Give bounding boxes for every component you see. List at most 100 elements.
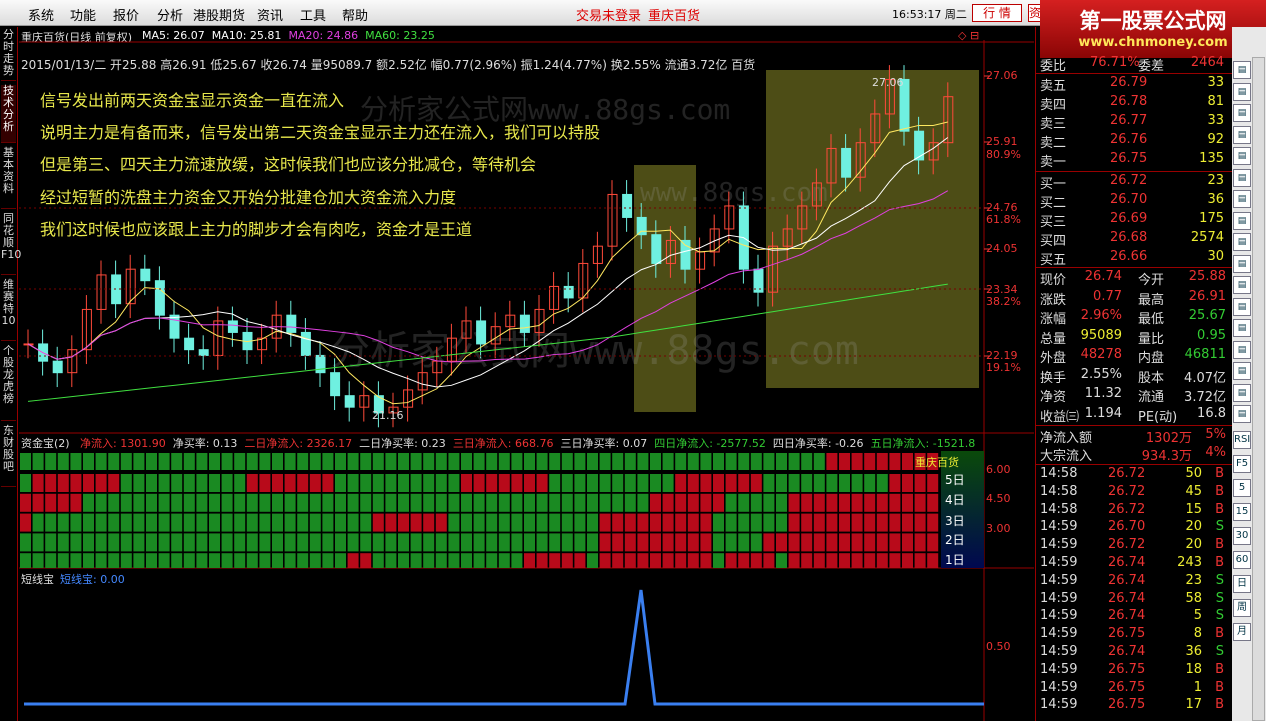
toolbar-chart-icon[interactable]: ▤ <box>1233 125 1251 144</box>
tick-row: 14:58 26.72 50 B <box>1038 466 1232 485</box>
stat-value: 25.67 <box>1188 308 1226 323</box>
sell-level-5: 卖五 26.79 33 <box>1038 75 1232 94</box>
stat-label: 涨跌 <box>1040 292 1067 308</box>
buy-level-3: 买三 26.69 175 <box>1038 211 1232 230</box>
toolbar-chart-icon[interactable]: ▤ <box>1233 319 1251 337</box>
flow-label: 大宗流入 <box>1040 449 1093 464</box>
tick-price: 26.72 <box>1108 466 1146 481</box>
stat-row: 换手 2.55% 股本 4.07亿 <box>1038 367 1232 386</box>
tick-volume: 243 <box>1177 555 1202 570</box>
buy-label: 买三 <box>1040 215 1067 230</box>
stat-row: 涨幅 2.96% 最低 25.67 <box>1038 308 1232 327</box>
toolbar-period-5[interactable]: 60 <box>1233 551 1251 569</box>
toolbar-chart-icon[interactable]: ▤ <box>1233 297 1251 316</box>
zjb-4d-inflow: 四日净流入: -2577.52 <box>654 437 766 450</box>
toolbar-period-0[interactable]: RSI <box>1233 431 1251 449</box>
sell-volume: 135 <box>1199 151 1224 166</box>
buy-level-4: 买四 26.68 2574 <box>1038 230 1232 249</box>
toolbar-period-7[interactable]: 周 <box>1233 599 1251 617</box>
toolbar-chart-icon[interactable]: ▤ <box>1233 405 1251 423</box>
sell-price: 26.75 <box>1110 151 1148 166</box>
toolbar-chart-icon[interactable]: ▤ <box>1233 147 1251 165</box>
sell-label: 卖五 <box>1040 79 1067 94</box>
tick-side: B <box>1215 555 1224 570</box>
stat-value: 1.194 <box>1084 405 1122 421</box>
stat-label: 现价 <box>1040 273 1067 288</box>
stat-label: 流通 <box>1138 390 1165 405</box>
toolbar-period-2[interactable]: 5 <box>1233 479 1251 497</box>
toolbar-chart-icon[interactable]: ▤ <box>1233 340 1251 359</box>
tick-row: 14:59 26.75 17 B <box>1038 697 1232 716</box>
toolbar-chart-icon[interactable]: ▤ <box>1233 362 1251 380</box>
fib-80.9: 80.9% <box>986 148 1021 161</box>
toolbar-chart-icon[interactable]: ▤ <box>1233 82 1251 101</box>
tick-price: 26.75 <box>1108 697 1146 713</box>
annotation-1: 信号发出前两天资金宝显示资金一直在流入 <box>40 91 345 110</box>
stat-label: 股本 <box>1138 370 1165 386</box>
tick-price: 26.75 <box>1108 661 1146 677</box>
tick-price: 26.75 <box>1108 626 1146 642</box>
tick-side: S <box>1215 572 1224 588</box>
toolbar-period-8[interactable]: 月 <box>1233 623 1251 641</box>
buy-label: 买四 <box>1040 234 1067 249</box>
stat-label: 净资 <box>1040 390 1067 405</box>
stat-row: 现价 26.74 今开 25.88 <box>1038 269 1232 288</box>
toolbar-chart-icon[interactable]: ▤ <box>1233 168 1251 187</box>
toolbar-chart-icon[interactable]: ▤ <box>1233 190 1251 208</box>
toolbar-chart-icon[interactable]: ▤ <box>1233 383 1251 402</box>
price-tick-27.06: 27.06 <box>986 69 1018 82</box>
flow-row: 大宗流入 934.3万 4% <box>1038 445 1232 464</box>
stat-value: 25.88 <box>1188 269 1226 284</box>
tick-price: 26.72 <box>1108 501 1146 517</box>
buy-price: 26.66 <box>1110 249 1148 264</box>
quote-panel: 委比 76.71% 委差 2464 卖五 26.79 33 卖四 26.78 81 卖三 26… <box>1035 27 1232 721</box>
zjb-2d-inflow: 二日净流入: 2326.17 <box>244 437 353 450</box>
toolbar-period-3[interactable]: 15 <box>1233 503 1251 521</box>
tick-side: B <box>1215 501 1224 517</box>
toolbar-chart-icon[interactable]: ▤ <box>1233 233 1251 251</box>
tick-row: 14:59 26.74 36 S <box>1038 644 1232 663</box>
sell-label: 卖四 <box>1040 98 1067 113</box>
stat-value: 2.55% <box>1080 366 1122 382</box>
tick-time: 14:59 <box>1040 555 1078 570</box>
zjb-5d-inflow: 五日净流入: -1521.8 <box>870 437 976 450</box>
price-tick-24.05: 24.05 <box>986 242 1018 255</box>
tick-volume: 17 <box>1185 697 1202 713</box>
flow-label: 净流入额 <box>1040 431 1093 446</box>
tick-time: 14:59 <box>1040 697 1078 713</box>
toolbar-period-6[interactable]: 日 <box>1233 575 1251 593</box>
stat-value: 26.74 <box>1084 269 1122 284</box>
stat-value: 0.77 <box>1093 288 1122 304</box>
stat-row: 净资 11.32 流通 3.72亿 <box>1038 386 1232 405</box>
zjb-scale-4.5: 4.50 <box>986 492 1011 505</box>
weicha-value: 2464 <box>1190 55 1224 70</box>
toolbar-chart-icon[interactable]: ▤ <box>1233 254 1251 273</box>
stat-row: 涨跌 0.77 最高 26.91 <box>1038 289 1232 308</box>
tick-time: 14:59 <box>1040 590 1078 606</box>
zjb-row-1d: 1日 <box>945 553 965 567</box>
tick-volume: 20 <box>1185 537 1202 553</box>
toolbar-period-4[interactable]: 30 <box>1233 527 1251 545</box>
toolbar-chart-icon[interactable]: ▤ <box>1233 61 1251 79</box>
buy-volume: 23 <box>1207 173 1224 188</box>
toolbar-chart-icon[interactable]: ▤ <box>1233 276 1251 294</box>
buy-volume: 30 <box>1207 249 1224 264</box>
sell-price: 26.77 <box>1110 113 1148 128</box>
sell-volume: 33 <box>1207 113 1224 128</box>
sell-volume: 81 <box>1207 94 1224 109</box>
toolbar-period-1[interactable]: F5 <box>1233 455 1251 473</box>
stat-label: 最低 <box>1138 312 1165 327</box>
tick-price: 26.74 <box>1108 590 1146 606</box>
toolbar-chart-icon[interactable]: ▤ <box>1233 211 1251 230</box>
toolbar-scrollbar[interactable] <box>1252 57 1265 721</box>
toolbar-chart-icon[interactable]: ▤ <box>1233 104 1251 122</box>
tick-time: 14:59 <box>1040 626 1078 642</box>
buy-price: 26.68 <box>1110 230 1148 245</box>
tick-time: 14:59 <box>1040 572 1078 588</box>
stat-label: 换手 <box>1040 370 1067 386</box>
tick-volume: 5 <box>1193 608 1202 624</box>
stat-value: 95089 <box>1080 327 1122 343</box>
stat-value: 3.72亿 <box>1184 390 1226 405</box>
buy-price: 26.70 <box>1110 192 1148 207</box>
zjb-2d-ratio: 二日净买率: 0.23 <box>359 437 446 450</box>
